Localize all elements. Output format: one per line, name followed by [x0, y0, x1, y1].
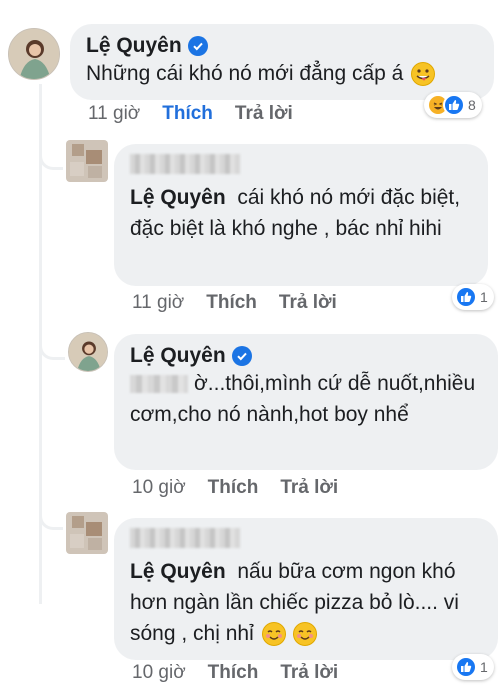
avatar[interactable]: [66, 512, 108, 554]
reaction-summary[interactable]: 1: [452, 284, 494, 310]
reaction-count: 1: [480, 659, 488, 675]
comment-actions: 10 giờ Thích Trả lời: [132, 477, 338, 499]
redacted-author: [130, 154, 240, 174]
verified-badge-icon: [231, 346, 252, 366]
comment-author[interactable]: Lệ Quyên: [86, 34, 182, 58]
smiling-emoji-icon: [261, 622, 286, 647]
comment-actions: 11 giờ Thích Trả lời: [132, 292, 337, 314]
avatar[interactable]: [68, 332, 108, 372]
smiling-emoji-icon: [293, 622, 318, 647]
mentioned-user[interactable]: Lệ Quyên: [130, 186, 226, 209]
profile-photo-icon: [69, 333, 107, 371]
comment-text: Những cái khó nó mới đẳng cấp á: [86, 62, 404, 85]
comment-time[interactable]: 11 giờ: [88, 103, 140, 125]
avatar[interactable]: [66, 140, 108, 182]
like-button[interactable]: Thích: [162, 103, 213, 125]
like-button[interactable]: Thích: [206, 292, 257, 314]
reply-button[interactable]: Trả lời: [235, 103, 293, 125]
comment-actions: 11 giờ Thích Trả lời: [88, 103, 293, 125]
like-icon: [455, 286, 477, 308]
comment-author[interactable]: Lệ Quyên: [130, 344, 226, 368]
redacted-mention: [130, 375, 188, 394]
comment-time[interactable]: 10 giờ: [132, 477, 186, 499]
profile-photo-icon: [9, 29, 59, 79]
comment-time[interactable]: 10 giờ: [132, 662, 186, 684]
reply-button[interactable]: Trả lời: [280, 662, 338, 684]
reaction-count: 1: [480, 289, 488, 305]
like-button[interactable]: Thích: [208, 662, 259, 684]
mentioned-user[interactable]: Lệ Quyên: [130, 560, 226, 583]
comment-bubble: Lệ Quyên Những cái khó nó mới đẳng cấp á: [70, 24, 494, 100]
reply-button[interactable]: Trả lời: [280, 477, 338, 499]
comment-time[interactable]: 11 giờ: [132, 292, 184, 314]
thread-branch: [39, 500, 63, 530]
like-icon: [455, 656, 477, 678]
comment-actions: 10 giờ Thích Trả lời: [132, 662, 338, 684]
comment-bubble: Lệ Quyên ờ...thôi,mình cứ dễ nuốt,nhiều …: [114, 334, 498, 470]
comment-bubble: Lệ Quyên nấu bữa cơm ngon khó hơn ngàn l…: [114, 518, 498, 660]
reply-button[interactable]: Trả lời: [279, 292, 337, 314]
tongue-emoji-icon: [411, 62, 436, 87]
reaction-summary[interactable]: 8: [424, 92, 482, 118]
avatar[interactable]: [8, 28, 60, 80]
verified-badge-icon: [187, 36, 208, 56]
thread-branch: [39, 140, 63, 170]
like-icon: [443, 94, 465, 116]
reaction-count: 8: [468, 97, 476, 113]
comment-bubble: Lệ Quyên cái khó nó mới đặc biệt, đặc bi…: [114, 144, 488, 286]
reaction-summary[interactable]: 1: [452, 654, 494, 680]
like-button[interactable]: Thích: [208, 477, 259, 499]
redacted-author: [130, 528, 240, 548]
thread-branch: [39, 320, 65, 360]
